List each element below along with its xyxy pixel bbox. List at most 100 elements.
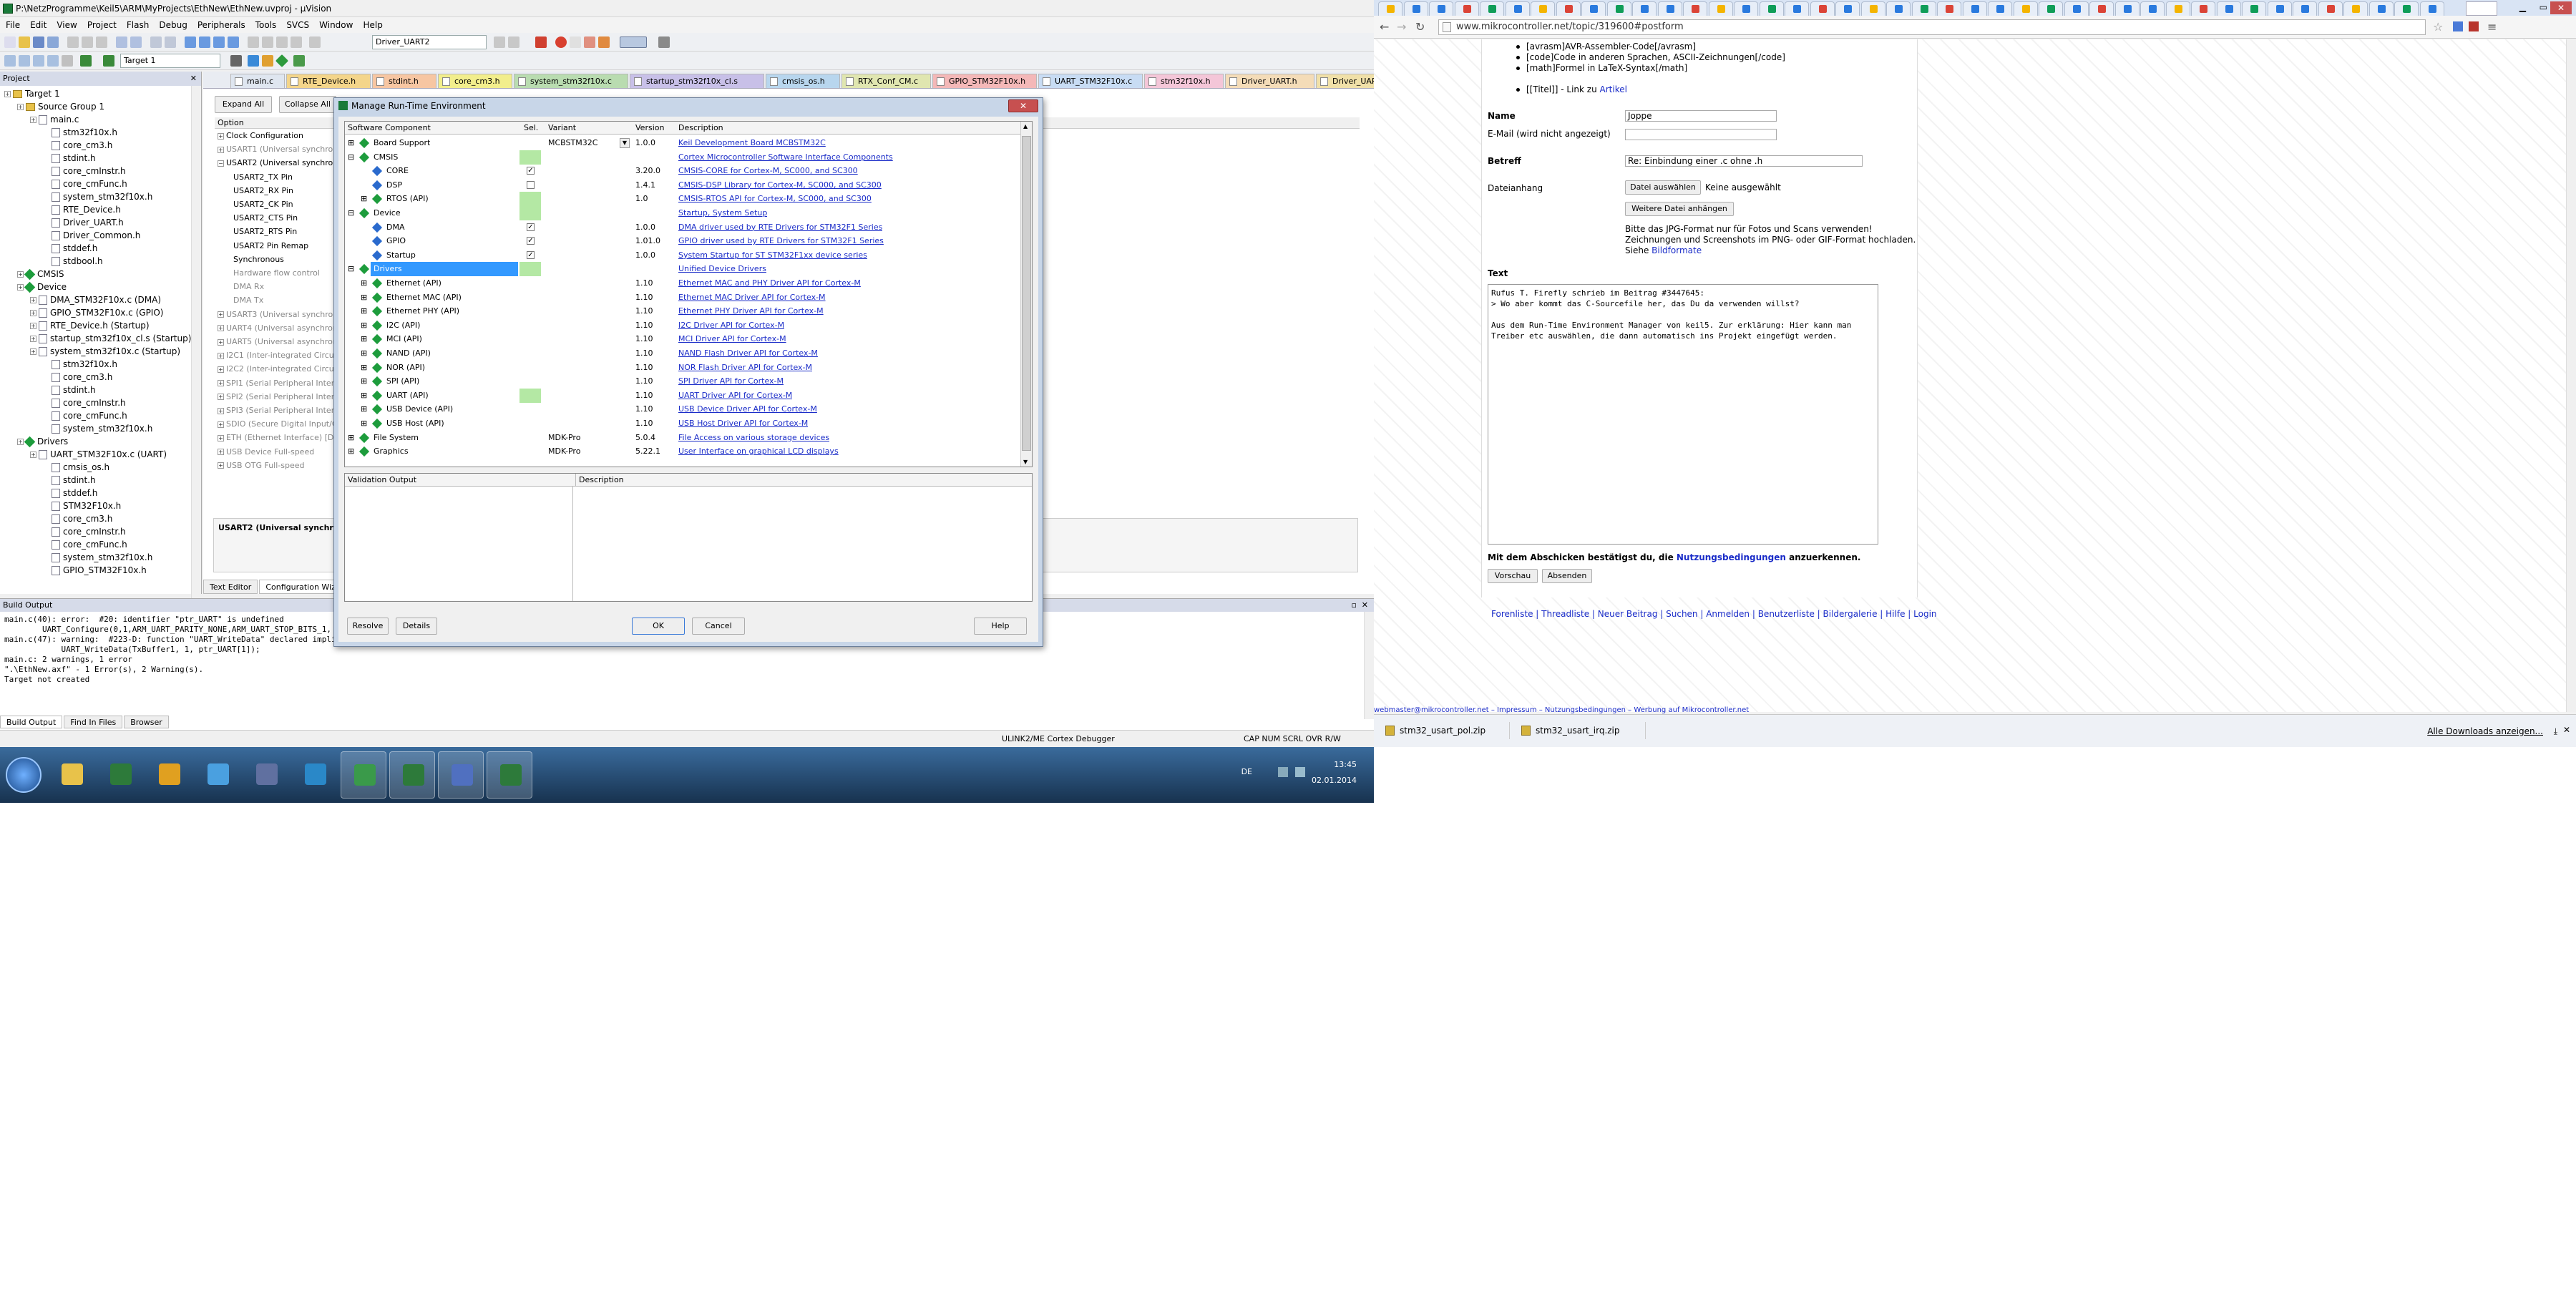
- browser-close-icon[interactable]: ✕: [2550, 1, 2572, 14]
- tree-item[interactable]: core_cmFunc.h: [43, 538, 127, 551]
- collapse-all-button[interactable]: Collapse All: [279, 96, 336, 113]
- file-extensions-icon[interactable]: [248, 55, 259, 67]
- expand-toggle-icon[interactable]: +: [17, 284, 24, 291]
- component-row[interactable]: ⊞ MCI (API) 1.10 MCI Driver API for Cortex-…: [345, 332, 1022, 346]
- component-description-link[interactable]: Startup, System Setup: [678, 206, 767, 220]
- component-row[interactable]: DSP ☐ 1.4.1 CMSIS-DSP Library for Cortex-M,…: [345, 178, 1022, 192]
- component-description-link[interactable]: NOR Flash Driver API for Cortex-M: [678, 361, 812, 375]
- browser-tab[interactable]: [2368, 1, 2394, 16]
- component-description-link[interactable]: Keil Development Board MCBSTM32C: [678, 136, 826, 150]
- expand-toggle-icon[interactable]: ⊞: [361, 346, 367, 361]
- menu-item[interactable]: Debug: [159, 17, 187, 33]
- comment-icon[interactable]: [276, 36, 288, 48]
- tree-item[interactable]: core_cmInstr.h: [43, 396, 126, 409]
- expand-toggle-icon[interactable]: +: [4, 91, 11, 97]
- cfg-option[interactable]: USART2_CTS Pin: [233, 213, 298, 224]
- name-field[interactable]: Joppe: [1625, 110, 1777, 122]
- menu-item[interactable]: File: [6, 17, 20, 33]
- expand-toggle-icon[interactable]: +: [218, 462, 224, 469]
- collapse-toggle-icon[interactable]: +: [30, 336, 36, 342]
- component-description-link[interactable]: Ethernet PHY Driver API for Cortex-M: [678, 304, 824, 318]
- browser-tab[interactable]: [2293, 1, 2317, 16]
- expand-toggle-icon[interactable]: +: [17, 104, 24, 110]
- expand-toggle-icon[interactable]: ⊞: [361, 318, 367, 333]
- expand-toggle-icon[interactable]: +: [218, 366, 224, 373]
- start-button-icon[interactable]: [6, 757, 42, 793]
- cfg-option[interactable]: USART2_RX Pin: [233, 185, 293, 197]
- rte-manage-icon[interactable]: [262, 55, 273, 67]
- panel-close-icon[interactable]: ✕: [190, 72, 197, 86]
- expand-toggle-icon[interactable]: ⊞: [361, 416, 367, 431]
- tree-item[interactable]: stdint.h: [43, 474, 96, 487]
- component-description-link[interactable]: DMA driver used by RTE Drivers for STM32…: [678, 220, 882, 235]
- collapse-toggle-icon[interactable]: +: [30, 452, 36, 458]
- save-icon[interactable]: [33, 36, 44, 48]
- tree-item[interactable]: + system_stm32f10x.c (Startup): [30, 345, 180, 358]
- expand-toggle-icon[interactable]: +: [218, 311, 224, 318]
- tree-item[interactable]: system_stm32f10x.h: [43, 422, 152, 435]
- uncomment-icon[interactable]: [291, 36, 302, 48]
- component-description-link[interactable]: USB Device Driver API for Cortex-M: [678, 402, 817, 416]
- browser-tab[interactable]: [1708, 1, 1733, 16]
- unselected-checkbox[interactable]: ☐: [527, 180, 535, 189]
- pin-icon[interactable]: ▫: [1352, 599, 1357, 612]
- kill-breakpoints-icon[interactable]: [584, 36, 595, 48]
- footer-nav-links[interactable]: Forenliste | Threadliste | Neuer Beitrag…: [1491, 609, 1937, 620]
- cancel-button[interactable]: Cancel: [692, 618, 745, 635]
- paste-icon[interactable]: [96, 36, 107, 48]
- component-description-link[interactable]: I2C Driver API for Cortex-M: [678, 318, 784, 333]
- cfg-tab[interactable]: Text Editor: [203, 580, 258, 594]
- menu-item[interactable]: Tools: [255, 17, 277, 33]
- col-description[interactable]: Description: [678, 122, 723, 135]
- browser-tab[interactable]: [1911, 1, 1936, 16]
- browser-tab[interactable]: [1632, 1, 1657, 16]
- choose-file-button[interactable]: Datei auswählen: [1625, 180, 1701, 195]
- cfg-option[interactable]: USART2_TX Pin: [233, 172, 293, 183]
- expand-toggle-icon[interactable]: +: [218, 325, 224, 332]
- browser-tab[interactable]: [2267, 1, 2292, 16]
- clock-time[interactable]: 13:45: [1334, 760, 1357, 769]
- terms-link[interactable]: Nutzungsbedingungen: [1677, 552, 1786, 562]
- cfg-option[interactable]: Hardware flow control: [233, 268, 320, 279]
- component-description-link[interactable]: USB Host Driver API for Cortex-M: [678, 416, 808, 431]
- browser-tab[interactable]: [1505, 1, 1530, 16]
- pack-installer-icon[interactable]: [293, 55, 305, 67]
- expand-toggle-icon[interactable]: ⊞: [348, 136, 354, 150]
- browser-tab[interactable]: [1657, 1, 1682, 16]
- tree-item[interactable]: Driver_Common.h: [43, 229, 140, 242]
- component-row[interactable]: Startup ✓ 1.0.0 System Startup for ST STM32…: [345, 248, 1022, 263]
- collapse-toggle-icon[interactable]: +: [30, 117, 36, 123]
- editor-tab[interactable]: RTX_Conf_CM.c: [841, 74, 931, 88]
- tree-item[interactable]: stdint.h: [43, 384, 96, 396]
- rte-dialog-titlebar[interactable]: Manage Run-Time Environment ✕: [334, 98, 1043, 114]
- tree-item[interactable]: stdint.h: [43, 152, 96, 165]
- active-tab[interactable]: [2466, 1, 2497, 16]
- selected-checkbox[interactable]: ✓: [527, 167, 535, 175]
- target-select[interactable]: Target 1: [120, 54, 220, 68]
- indent-icon[interactable]: [248, 36, 259, 48]
- cfg-option[interactable]: USART2_CK Pin: [233, 199, 293, 210]
- expand-toggle-icon[interactable]: ⊞: [361, 402, 367, 416]
- component-description-link[interactable]: CMSIS-DSP Library for Cortex-M, SC000, a…: [678, 178, 882, 192]
- selected-checkbox[interactable]: ✓: [527, 223, 535, 231]
- browser-tab[interactable]: [1556, 1, 1581, 16]
- tree-item[interactable]: + startup_stm32f10x_cl.s (Startup): [30, 332, 191, 345]
- expand-toggle-icon[interactable]: ⊞: [361, 389, 367, 403]
- selected-checkbox[interactable]: ✓: [527, 237, 535, 245]
- menu-item[interactable]: Flash: [127, 17, 149, 33]
- taskbar-app[interactable]: [97, 751, 143, 799]
- download-item-2[interactable]: stm32_usart_irq.zip: [1517, 722, 1646, 739]
- collapse-toggle-icon[interactable]: +: [30, 310, 36, 316]
- tree-item[interactable]: Driver_UART.h: [43, 216, 124, 229]
- component-description-link[interactable]: Ethernet MAC and PHY Driver API for Cort…: [678, 276, 861, 291]
- menu-item[interactable]: Window: [319, 17, 353, 33]
- component-row[interactable]: ⊟ Device Startup, System Setup: [345, 206, 1022, 220]
- browser-tab[interactable]: [2216, 1, 2241, 16]
- tree-item[interactable]: + DMA_STM32F10x.c (DMA): [30, 293, 161, 306]
- component-description-link[interactable]: CMSIS-RTOS API for Cortex-M, SC000, and …: [678, 192, 872, 206]
- component-description-link[interactable]: SPI Driver API for Cortex-M: [678, 374, 784, 389]
- component-variant[interactable]: MCBSTM32C: [548, 136, 597, 150]
- expand-toggle-icon[interactable]: ⊞: [361, 192, 367, 206]
- browser-tab[interactable]: [2242, 1, 2266, 16]
- editor-tab[interactable]: main.c: [230, 74, 285, 88]
